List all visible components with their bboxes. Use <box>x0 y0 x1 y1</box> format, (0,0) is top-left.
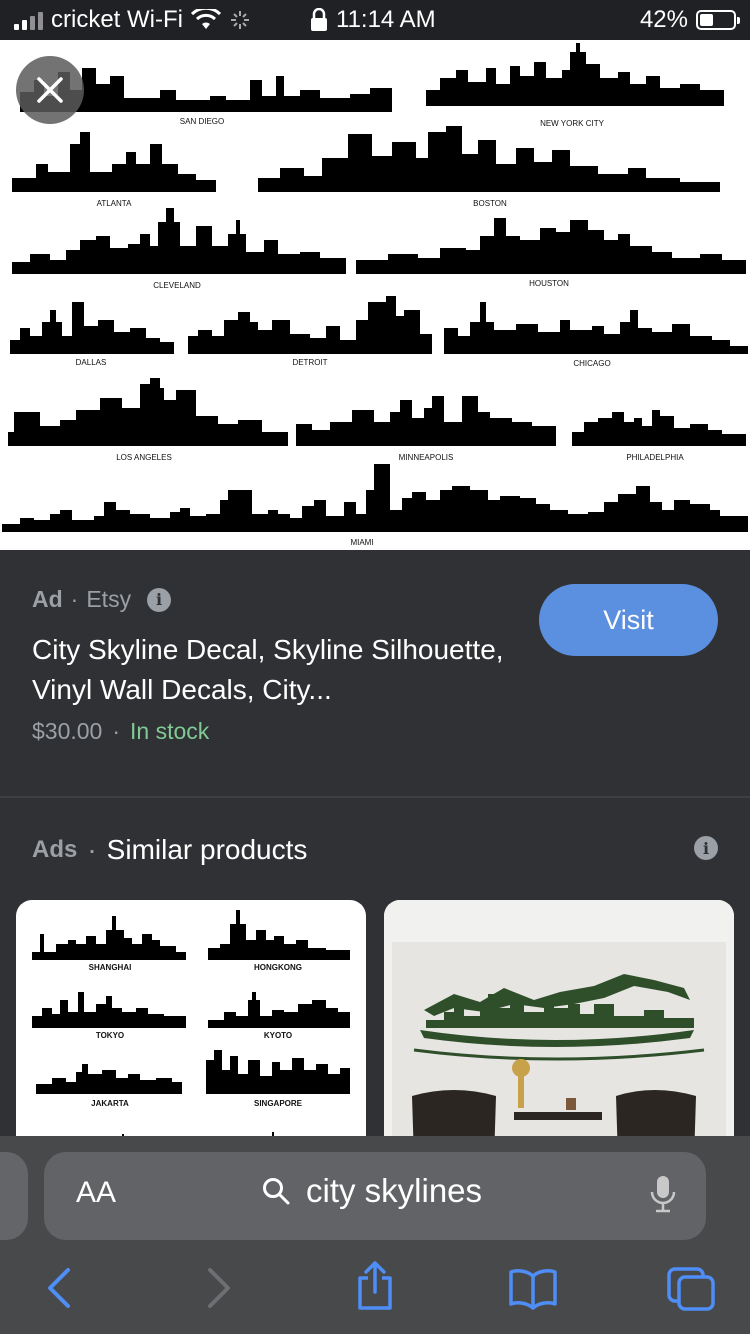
skyline-label: SAN DIEGO <box>180 117 224 126</box>
address-search-group: city skylines <box>262 1172 482 1210</box>
share-icon[interactable] <box>354 1260 396 1312</box>
city-label: SINGAPORE <box>254 1099 303 1108</box>
battery-fill <box>700 14 713 26</box>
product-card[interactable]: SHANGHAI HONGKONG TOKYO KYOTO JAKARTA SINGAPO… <box>16 900 366 1160</box>
city-label: JAKARTA <box>91 1099 129 1108</box>
status-bar: cricket Wi-Fi 11:14 AM 42% <box>0 0 750 40</box>
info-icon[interactable]: i <box>147 587 172 612</box>
ad-label: Ad <box>32 586 63 612</box>
ad-price-row: $30.00 · In stock <box>32 718 209 745</box>
ad-seller[interactable]: Etsy <box>86 586 131 613</box>
city-label: HONGKONG <box>254 963 302 972</box>
close-button[interactable] <box>16 56 84 124</box>
carrier-group: cricket Wi-Fi <box>14 6 251 34</box>
skyline-label: LOS ANGELES <box>116 453 172 462</box>
browser-bottom-bar: AA city skylines <box>0 1136 750 1334</box>
similar-separator: · <box>87 834 97 865</box>
visit-button[interactable]: Visit <box>539 584 718 656</box>
reader-aa-button[interactable]: AA <box>76 1176 116 1210</box>
section-divider <box>0 796 750 798</box>
product-card[interactable] <box>384 900 734 1160</box>
city-label: KYOTO <box>264 1031 292 1040</box>
skyline-label: CLEVELAND <box>153 281 201 290</box>
skyline-label: CHICAGO <box>573 359 610 368</box>
forward-arrow-icon[interactable] <box>204 1266 234 1310</box>
close-icon <box>37 77 63 103</box>
skyline-label: MIAMI <box>350 538 373 547</box>
tabs-icon[interactable] <box>666 1266 716 1312</box>
ad-meta: Ad · Etsy i <box>32 586 172 613</box>
skyline-label: BOSTON <box>473 199 507 208</box>
previous-tab-pill[interactable] <box>0 1152 28 1240</box>
browser-toolbar <box>0 1261 750 1326</box>
battery-group: 42% <box>639 6 740 34</box>
similar-products-title: Similar products <box>106 834 308 865</box>
ad-title[interactable]: City Skyline Decal, Skyline Silhouette, … <box>32 630 512 710</box>
microphone-icon[interactable] <box>650 1174 676 1214</box>
bookmarks-icon[interactable] <box>508 1266 558 1310</box>
city-label: SHANGHAI <box>89 963 132 972</box>
loading-spinner-icon <box>230 11 249 29</box>
address-bar[interactable]: AA city skylines <box>44 1152 706 1240</box>
city-label: TOKYO <box>96 1031 124 1040</box>
asia-skylines-image: SHANGHAI HONGKONG TOKYO KYOTO JAKARTA SINGAPO… <box>32 910 350 1160</box>
wifi-icon <box>190 9 221 29</box>
skyline-label: DETROIT <box>292 358 327 367</box>
signal-icon <box>14 10 43 30</box>
battery-percent: 42% <box>639 6 688 33</box>
similar-info-icon[interactable]: i <box>694 836 718 860</box>
status-time: 11:14 AM <box>336 6 436 33</box>
stock-status: In stock <box>130 718 210 744</box>
ad-price: $30.00 <box>32 718 103 744</box>
ad-panel: Ad · Etsy i City Skyline Decal, Skyline … <box>0 550 750 796</box>
carrier-name: cricket Wi-Fi <box>51 6 183 33</box>
wall-decal-photo <box>384 900 734 1160</box>
ads-label: Ads <box>32 836 78 863</box>
address-search-text: city skylines <box>306 1172 483 1209</box>
skyline-label: ATLANTA <box>97 199 132 208</box>
skyline-silhouettes-image: SAN DIEGO NEW YORK CITY ATLANTA BOSTON CLEVE… <box>2 43 748 547</box>
skyline-label: MINNEAPOLIS <box>399 453 454 462</box>
product-image[interactable]: SAN DIEGO NEW YORK CITY ATLANTA BOSTON CLEVE… <box>0 40 750 550</box>
skyline-label: DALLAS <box>76 358 107 367</box>
lock-icon <box>311 8 327 31</box>
skyline-label: HOUSTON <box>529 279 569 288</box>
ad-price-separator: · <box>112 718 121 744</box>
battery-icon <box>696 10 740 30</box>
similar-products-header: Ads · Similar products <box>32 834 307 866</box>
back-arrow-icon[interactable] <box>44 1266 74 1310</box>
time-group: 11:14 AM <box>310 6 436 34</box>
skyline-label: PHILADELPHIA <box>626 453 684 462</box>
skyline-label: NEW YORK CITY <box>540 119 605 128</box>
ad-separator: · <box>70 586 79 612</box>
search-icon <box>263 1178 290 1205</box>
